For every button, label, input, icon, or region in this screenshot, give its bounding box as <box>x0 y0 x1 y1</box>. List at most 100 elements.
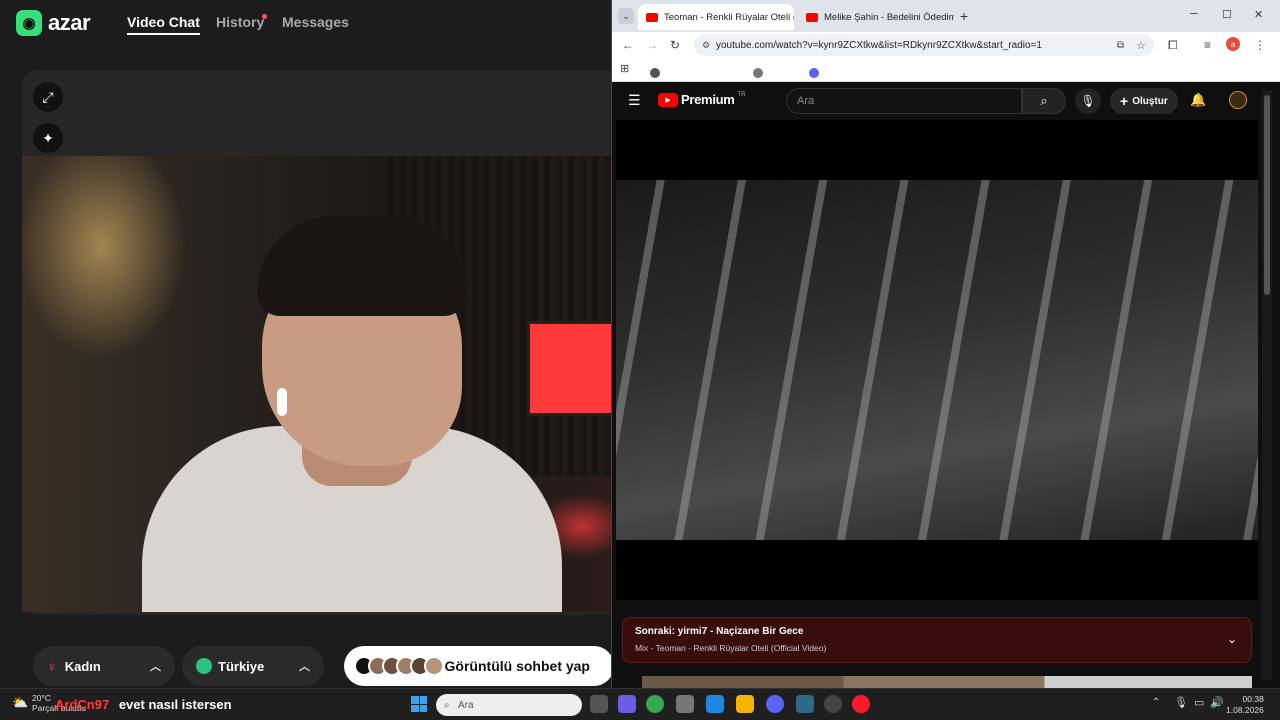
network-icon[interactable]: ▭ <box>1194 696 1204 709</box>
nav-video-chat[interactable]: Video Chat <box>127 14 200 35</box>
search-placeholder: Ara <box>797 95 815 107</box>
taskbar-search-placeholder: Ara <box>458 699 474 711</box>
plus-icon: + <box>1120 93 1129 109</box>
history-notification-dot <box>262 14 267 19</box>
tab-youtube-melike[interactable]: Melike Şahin - Bedelini Ödedim ✕ <box>798 4 954 30</box>
chat-message: evet nasıl istersen <box>118 697 232 712</box>
reload-icon[interactable]: ↻ <box>670 38 680 52</box>
extensions-icon[interactable]: ⧠ <box>1168 38 1178 53</box>
azar-logo-icon: ◉ <box>16 10 42 36</box>
file-explorer-icon[interactable] <box>736 695 754 713</box>
microphone-tray-icon[interactable]: 🎙 <box>1174 696 1188 709</box>
install-icon[interactable]: ⧉ <box>1117 40 1124 51</box>
notifications-bell-icon[interactable]: 🔔 <box>1190 92 1206 108</box>
magic-wand-icon[interactable]: ✦ <box>33 123 63 153</box>
discord-icon[interactable] <box>766 695 784 713</box>
steam-icon[interactable] <box>824 695 842 713</box>
youtube-region: TR <box>737 92 746 98</box>
microphone-icon[interactable]: 🎙 <box>1075 88 1101 114</box>
forward-icon[interactable]: → <box>646 38 658 52</box>
hamburger-menu-icon[interactable]: ☰ <box>628 92 641 109</box>
earbud <box>277 388 287 416</box>
maximize-icon[interactable]: ☐ <box>1222 8 1232 21</box>
bookmark-star-icon[interactable]: ☆ <box>1136 39 1146 52</box>
more-menu-icon[interactable]: ⋮ <box>1254 38 1266 52</box>
tab-search-icon[interactable]: ⌄ <box>618 8 634 24</box>
background-tv <box>527 321 612 416</box>
scrollbar-thumb[interactable] <box>1264 95 1270 295</box>
xenon-icon <box>650 68 660 78</box>
globe-icon <box>196 658 212 674</box>
azar-logo-text: azar <box>48 10 91 35</box>
back-icon[interactable]: ← <box>622 38 634 52</box>
store-icon[interactable] <box>676 695 694 713</box>
new-tab-icon[interactable]: + <box>960 8 968 24</box>
copilot-icon[interactable] <box>618 695 636 713</box>
tab-title: Teoman - Renkli Rüyalar Oteli ( <box>664 11 794 23</box>
remote-video-feed <box>22 156 612 612</box>
female-icon: ♀ <box>47 658 57 674</box>
nav-history[interactable]: History <box>216 14 264 30</box>
country-filter-label: Türkiye <box>218 658 265 674</box>
expand-icon[interactable]: ⤢ <box>33 82 63 112</box>
discord-icon <box>809 68 819 78</box>
clock-date: 1.08.2026 <box>1226 705 1264 715</box>
playlist-thumbnails[interactable] <box>642 676 1252 688</box>
up-next-title: Sonraki: yirmi7 - Naçizane Bir Gece <box>635 626 804 637</box>
chat-overlay: ArdCn97 evet nasıl istersen <box>55 697 232 712</box>
chevron-down-icon[interactable]: ⌄ <box>1227 632 1237 646</box>
youtube-video-player[interactable] <box>616 120 1258 600</box>
avatar-stack <box>354 656 444 676</box>
chevron-up-icon: ︿ <box>299 661 310 673</box>
minimize-icon[interactable]: ─ <box>1190 8 1198 20</box>
taskbar-search[interactable]: ⌕ Ara <box>436 694 582 716</box>
chat-username: ArdCn97 <box>55 697 110 712</box>
youtube-avatar[interactable] <box>1229 91 1247 109</box>
bookmark-item[interactable]: (3) Discord | Arkada... <box>809 64 977 82</box>
chatgpt-icon <box>753 68 763 78</box>
tray-overflow-icon[interactable]: ⌃ <box>1152 697 1160 708</box>
windows-start-icon[interactable] <box>411 696 427 712</box>
site-info-icon[interactable]: ⚙ <box>702 40 710 51</box>
task-view-icon[interactable] <box>590 695 608 713</box>
gender-filter-label: Kadın <box>64 658 101 674</box>
up-next-card[interactable]: Sonraki: yirmi7 - Naçizane Bir Gece Mix … <box>622 617 1252 663</box>
azar-logo[interactable]: ◉ azar <box>16 10 91 36</box>
youtube-favicon <box>806 12 818 22</box>
gender-filter[interactable]: ♀ Kadın ︿ <box>33 646 175 686</box>
youtube-brand: Premium <box>681 92 735 107</box>
bookmark-label: (3) Discord | Arkada... <box>823 64 978 81</box>
video-frame <box>616 180 1258 540</box>
youtube-search-input[interactable]: Ara <box>786 88 1022 114</box>
address-bar[interactable]: ⚙ youtube.com/watch?v=kynr9ZCXtkw&list=R… <box>694 34 1154 56</box>
chevron-up-icon: ︿ <box>150 661 161 673</box>
tab-youtube-teoman[interactable]: Teoman - Renkli Rüyalar Oteli ( ✕ <box>638 4 794 30</box>
youtube-play-icon: ▶ <box>658 92 678 107</box>
youtube-favicon <box>646 12 658 22</box>
chrome-icon[interactable] <box>646 695 664 713</box>
mail-icon[interactable] <box>706 695 724 713</box>
apps-grid-icon[interactable]: ⊞ <box>620 62 629 75</box>
youtube-premium-logo[interactable]: ▶ Premium TR <box>658 92 746 107</box>
create-button[interactable]: + Oluştur <box>1110 88 1178 114</box>
windows-taskbar: 20°C Parçalı bulutlu ⛅ ArdCn97 evet nası… <box>0 688 1280 720</box>
weather-icon: ⛅ <box>12 695 29 710</box>
clock-time: 00:38 <box>1242 694 1264 704</box>
media-icon[interactable]: ≡ <box>1204 38 1211 52</box>
up-next-subtitle: Mix - Teoman - Renkli Rüyalar Oteli (Off… <box>635 643 827 653</box>
search-icon[interactable]: ⌕ <box>1022 88 1066 114</box>
start-video-chat-button[interactable]: Görüntülü sohbet yap <box>344 646 614 686</box>
system-clock[interactable]: 00:38 1.08.2026 <box>1226 694 1264 716</box>
person-hair <box>257 216 467 316</box>
app-icon[interactable] <box>796 695 814 713</box>
nav-messages[interactable]: Messages <box>282 14 349 30</box>
volume-icon[interactable]: 🔊 <box>1210 696 1224 709</box>
address-bar-url: youtube.com/watch?v=kynr9ZCXtkw&list=RDk… <box>716 39 1042 51</box>
chrome-window: ⌄ Teoman - Renkli Rüyalar Oteli ( ✕ Meli… <box>611 0 1280 688</box>
avatar <box>424 656 444 676</box>
window-close-icon[interactable]: ✕ <box>1254 8 1263 21</box>
opera-icon[interactable] <box>852 695 870 713</box>
profile-avatar[interactable]: a <box>1226 37 1240 51</box>
country-filter[interactable]: Türkiye ︿ <box>182 646 324 686</box>
create-label: Oluştur <box>1132 95 1168 107</box>
